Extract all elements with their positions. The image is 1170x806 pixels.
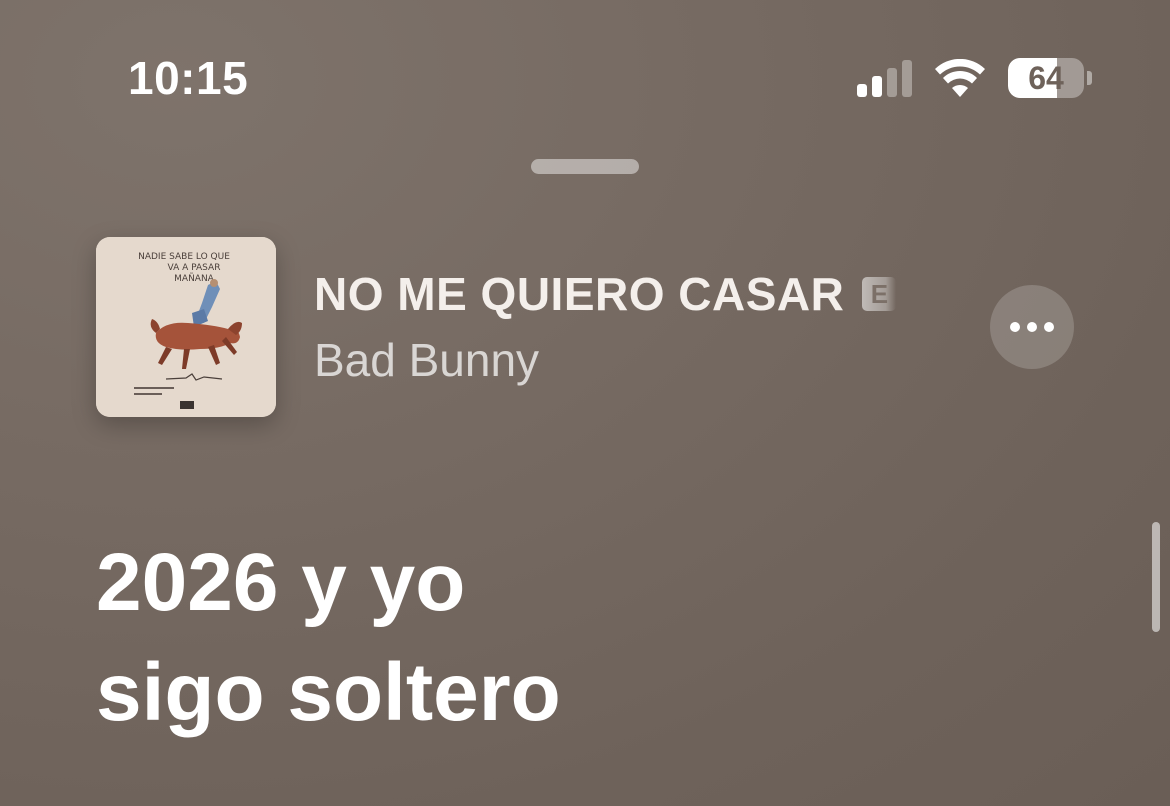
svg-text:MAÑANA: MAÑANA [174,273,215,284]
signal-bar [872,76,882,97]
battery-body: 64 [1008,58,1084,98]
signal-bar [887,68,897,97]
status-icons: 64 [857,56,1092,100]
signal-bar [902,60,912,97]
lyric-line[interactable]: sigo soltero [96,638,1076,748]
status-time: 10:15 [128,52,249,104]
svg-text:VA A PASAR: VA A PASAR [168,263,221,273]
battery-cap [1087,71,1092,85]
battery-level: 64 [1028,60,1064,96]
wifi-icon [934,59,986,97]
track-title: NO ME QUIERO CASAR [314,268,845,320]
album-art[interactable]: NADIE SABE LO QUE VA A PASAR MAÑANA [96,237,276,417]
ellipsis-icon [1027,322,1037,332]
signal-bar [857,84,867,97]
battery-icon: 64 [1008,58,1092,98]
sheet-grabber-handle[interactable] [531,159,639,174]
explicit-badge: E [862,277,897,311]
more-options-button[interactable] [990,285,1074,369]
lyrics-view[interactable]: 2026 y yo sigo soltero [96,528,1076,748]
scroll-indicator[interactable] [1152,522,1160,632]
ellipsis-icon [1044,322,1054,332]
track-artist[interactable]: Bad Bunny [314,333,539,387]
album-cover-illustration: NADIE SABE LO QUE VA A PASAR MAÑANA [96,237,276,417]
lyric-line[interactable]: 2026 y yo [96,528,1076,638]
ellipsis-icon [1010,322,1020,332]
album-cover-text: NADIE SABE LO QUE [138,252,230,262]
cellular-signal-icon [857,59,912,97]
track-title-row[interactable]: NO ME QUIERO CASAR E [314,267,897,321]
